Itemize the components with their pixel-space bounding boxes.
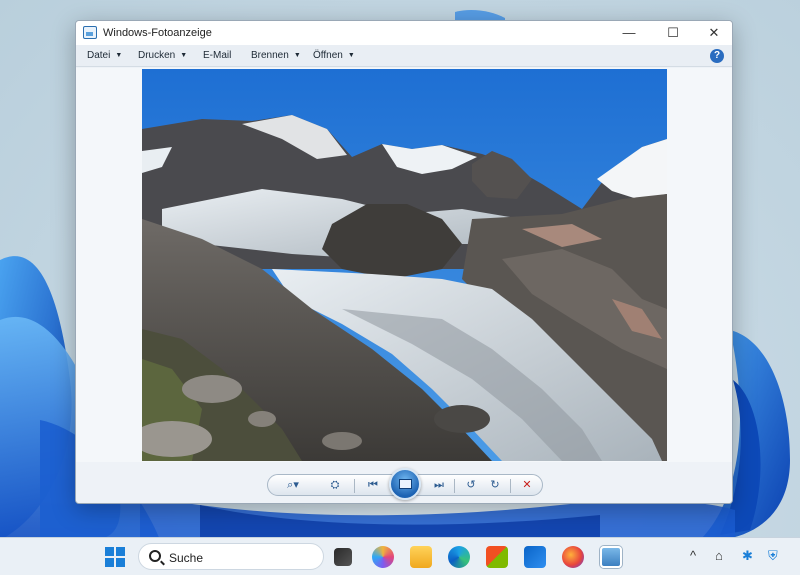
chevron-down-icon: ▼ <box>293 52 301 59</box>
taskbar-search[interactable]: Suche <box>138 543 324 570</box>
slideshow-button[interactable] <box>389 468 421 500</box>
rotate-left-icon[interactable]: ↺ <box>460 477 482 494</box>
glacier-image <box>142 69 667 461</box>
help-icon[interactable]: ? <box>710 49 724 63</box>
zoom-icon[interactable]: ⌕▾ <box>282 477 304 494</box>
chevron-down-icon: ▼ <box>180 52 188 59</box>
task-view-icon[interactable] <box>334 548 352 566</box>
fit-window-icon[interactable]: ⛭ <box>324 477 346 494</box>
toolbar-divider <box>510 479 511 493</box>
windows-start-icon[interactable] <box>105 547 125 567</box>
photo-viewer-window[interactable]: Windows-Fotoanzeige — ☐ ✕ Datei ▼ Drucken… <box>75 20 733 504</box>
firefox-icon[interactable] <box>562 546 584 568</box>
image-viewport <box>76 68 732 462</box>
security-shield-icon[interactable]: ⛨ <box>768 548 778 564</box>
rotate-right-icon[interactable]: ↻ <box>484 477 506 494</box>
start-tile <box>105 558 114 567</box>
chevron-down-icon: ▼ <box>115 52 123 59</box>
edge-icon[interactable] <box>448 546 470 568</box>
title-bar[interactable]: Windows-Fotoanzeige — ☐ ✕ <box>76 21 732 45</box>
menu-datei[interactable]: Datei ▼ <box>87 50 122 61</box>
start-tile <box>105 547 114 556</box>
menu-datei-label: Datei <box>87 50 111 61</box>
viewer-toolbar-area: ⌕▾ ⛭ ⏮ ⏭ ↺ ↻ ✕ <box>76 462 732 503</box>
search-placeholder: Suche <box>169 551 204 565</box>
menu-oeffnen-label: Öffnen <box>313 50 343 61</box>
taskbar: Suche ^ ⌂ ✱ ⛨ <box>0 537 800 575</box>
start-tile <box>116 558 125 567</box>
close-button[interactable]: ✕ <box>693 21 732 45</box>
menu-brennen-label: Brennen <box>251 50 289 61</box>
outlook-icon[interactable] <box>524 546 546 568</box>
menu-oeffnen[interactable]: Öffnen ▼ <box>313 50 355 61</box>
slideshow-icon <box>399 479 412 489</box>
menu-bar: Datei ▼ Drucken ▼ E-Mail Brennen ▼ Öffnen ▼ … <box>76 45 732 67</box>
toolbar-divider <box>454 479 455 493</box>
menu-email[interactable]: E-Mail <box>203 50 231 61</box>
tray-device-icon[interactable]: ⌂ <box>715 548 723 563</box>
chevron-down-icon: ▼ <box>347 52 355 59</box>
photo-viewer-taskbar-icon[interactable] <box>600 546 622 568</box>
mountain-photo <box>142 69 667 461</box>
window-title: Windows-Fotoanzeige <box>103 27 212 39</box>
menu-drucken[interactable]: Drucken ▼ <box>138 50 187 61</box>
store-icon[interactable] <box>486 546 508 568</box>
bluetooth-icon[interactable]: ✱ <box>742 548 753 564</box>
menu-drucken-label: Drucken <box>138 50 176 61</box>
next-icon[interactable]: ⏭ <box>428 477 450 494</box>
copilot-icon[interactable] <box>372 546 394 568</box>
search-icon <box>149 550 161 562</box>
previous-icon[interactable]: ⏮ <box>362 477 384 494</box>
photo-viewer-app-icon <box>83 26 97 39</box>
file-explorer-icon[interactable] <box>410 546 432 568</box>
menu-brennen[interactable]: Brennen ▼ <box>251 50 301 61</box>
delete-icon[interactable]: ✕ <box>516 477 538 494</box>
maximize-button[interactable]: ☐ <box>652 21 694 45</box>
minimize-button[interactable]: — <box>608 21 650 45</box>
start-tile <box>116 547 125 556</box>
toolbar-divider <box>354 479 355 493</box>
menu-email-label: E-Mail <box>203 50 232 61</box>
tray-chevron-icon[interactable]: ^ <box>690 548 696 563</box>
